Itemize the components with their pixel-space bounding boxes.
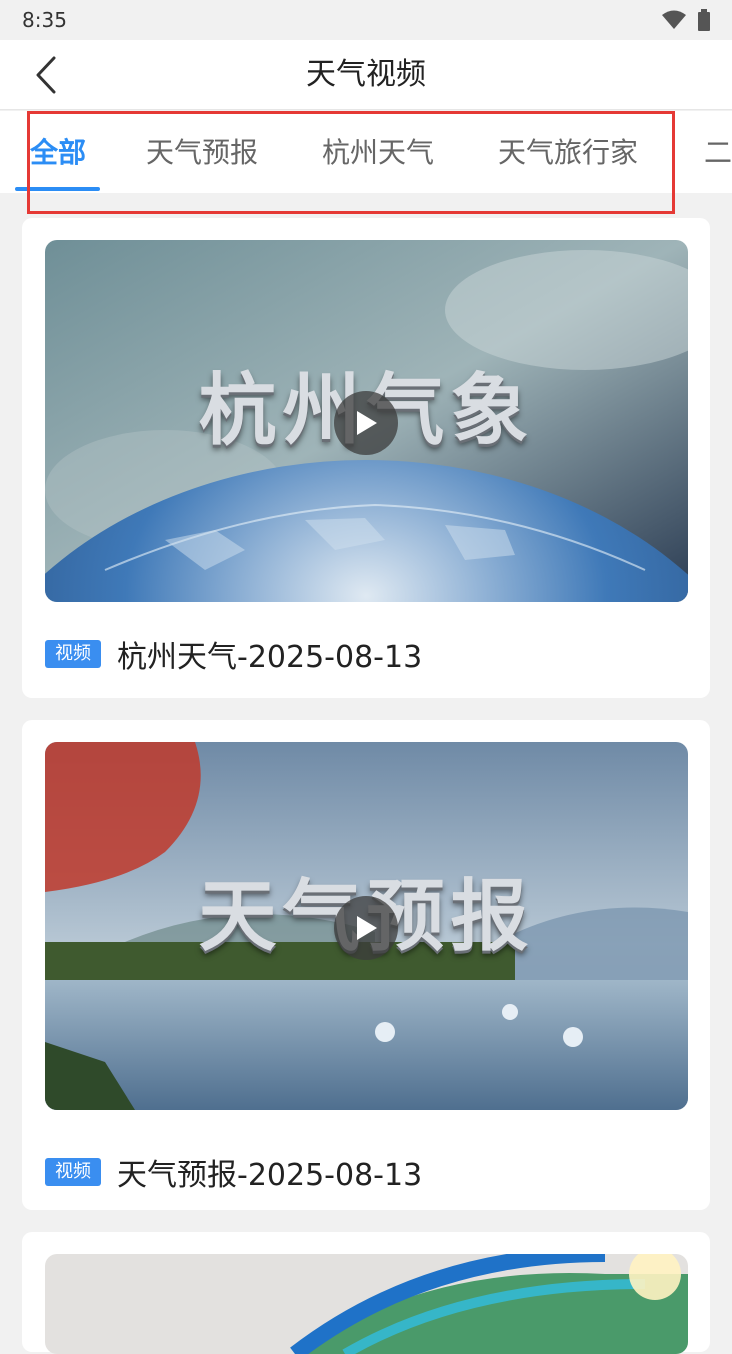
video-title[interactable]: 天气预报-2025-08-13	[117, 1150, 422, 1194]
tab-all[interactable]: 全部	[30, 111, 86, 193]
top-app-bar: 天气视频	[0, 40, 732, 110]
tab-weather-forecast[interactable]: 天气预报	[146, 111, 258, 193]
play-icon	[356, 916, 377, 940]
thumbnail-image	[45, 1254, 688, 1354]
video-card[interactable]	[22, 1232, 710, 1354]
card-meta: 视频 杭州天气-2025-08-13	[45, 632, 422, 676]
play-button[interactable]	[333, 391, 398, 455]
status-bar: 8:35	[0, 0, 732, 40]
tab-more[interactable]: 二	[704, 111, 732, 193]
wifi-icon	[662, 10, 686, 29]
video-title[interactable]: 杭州天气-2025-08-13	[117, 632, 422, 676]
category-tabs: 全部 天气预报 杭州天气 天气旅行家 二	[0, 111, 732, 193]
play-icon	[356, 411, 377, 435]
video-card[interactable]: 天气预报 视频 天气预报-2025-08-13	[22, 720, 710, 1210]
video-badge: 视频	[45, 1158, 101, 1186]
video-badge: 视频	[45, 640, 101, 668]
battery-icon	[698, 9, 710, 31]
play-button[interactable]	[333, 896, 398, 960]
card-meta: 视频 天气预报-2025-08-13	[45, 1150, 422, 1194]
page-title: 天气视频	[306, 57, 426, 92]
video-thumbnail[interactable]	[45, 1254, 688, 1354]
video-card[interactable]: 杭州气象 视频 杭州天气-2025-08-13	[22, 218, 710, 698]
video-thumbnail[interactable]: 天气预报	[45, 742, 688, 1110]
status-icons	[662, 9, 710, 31]
active-tab-indicator	[15, 187, 100, 191]
tab-weather-traveler[interactable]: 天气旅行家	[498, 111, 638, 193]
status-time: 8:35	[22, 8, 67, 32]
tab-hangzhou-weather[interactable]: 杭州天气	[322, 111, 434, 193]
video-thumbnail[interactable]: 杭州气象	[45, 240, 688, 602]
